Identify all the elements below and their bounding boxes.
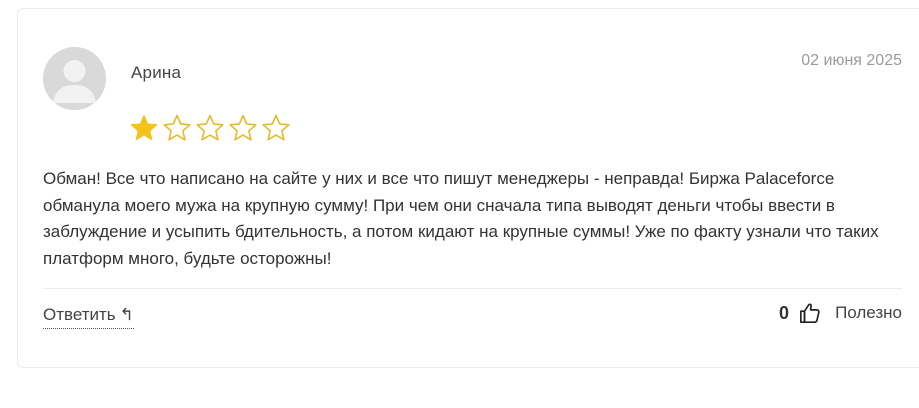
thumbs-up-icon[interactable]	[799, 301, 821, 325]
useful-count: 0	[779, 302, 790, 323]
star-empty-icon	[196, 114, 224, 141]
review-card: Арина 02 июня 2025 Обман! Все что написа…	[17, 8, 919, 368]
review-text: Обман! Все что написано на сайте у них и…	[43, 169, 879, 268]
star-empty-icon	[163, 114, 191, 141]
star-rating	[129, 113, 291, 143]
star-empty-icon	[229, 114, 257, 141]
reply-label: Ответить	[43, 305, 116, 324]
star-empty-icon	[262, 114, 290, 141]
star-filled-icon	[130, 115, 158, 141]
avatar	[43, 47, 106, 110]
user-silhouette-icon	[43, 47, 106, 110]
divider	[43, 288, 902, 289]
reply-arrow-icon: ↰	[119, 305, 134, 324]
useful-label[interactable]: Полезно	[835, 303, 902, 323]
reply-button[interactable]: Ответить ↰	[43, 305, 134, 329]
useful-vote: 0 Полезно	[779, 301, 902, 325]
review-date: 02 июня 2025	[801, 52, 902, 69]
author-name: Арина	[131, 63, 182, 82]
